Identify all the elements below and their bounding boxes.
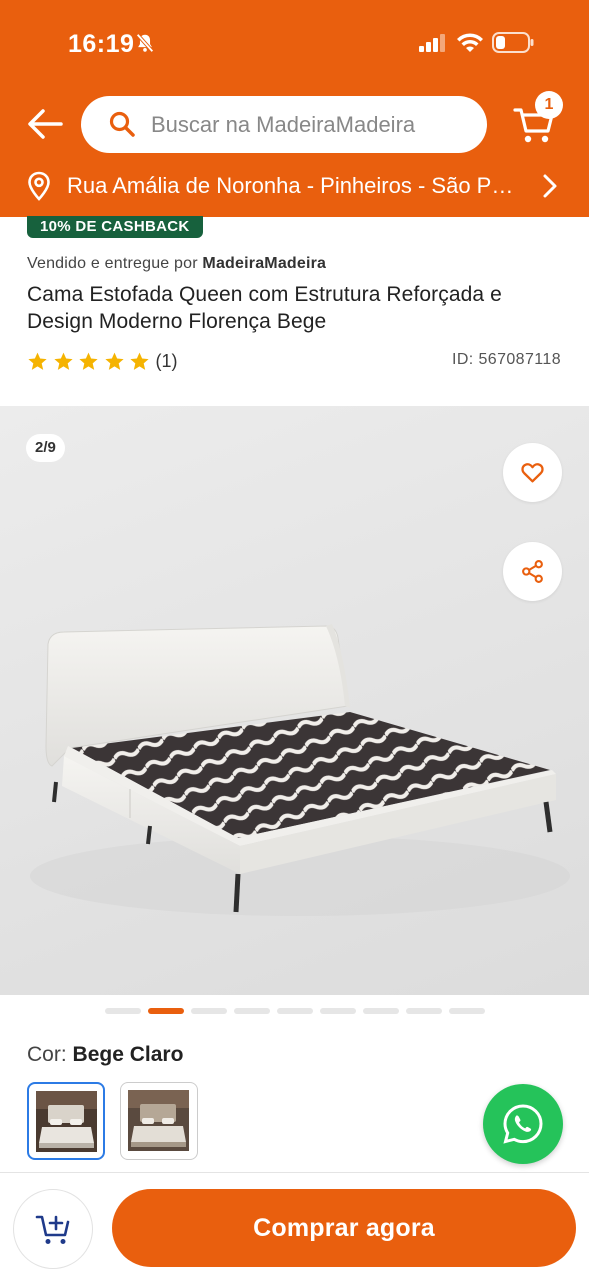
- pagination-dot[interactable]: [276, 1008, 313, 1014]
- color-value: Bege Claro: [72, 1043, 184, 1066]
- seller-prefix: Vendido e entregue por: [27, 255, 198, 272]
- star-icon: [53, 352, 73, 370]
- star-icon: [28, 352, 47, 370]
- pagination-dot[interactable]: [190, 1008, 227, 1014]
- battery-icon: [492, 32, 534, 53]
- search-icon: [109, 111, 135, 137]
- pagination-dot[interactable]: [362, 1008, 399, 1014]
- color-variant-label: Cor: Bege Claro: [27, 1043, 183, 1067]
- star-icon: [79, 352, 98, 370]
- gallery-counter: 2/9: [26, 434, 65, 462]
- delivery-address-row[interactable]: Rua Amália de Noronha - Pinheiros - São …: [0, 164, 589, 208]
- whatsapp-icon: [503, 1104, 543, 1144]
- bed-thumbnail-image: [128, 1090, 189, 1151]
- product-id: ID: 567087118: [452, 351, 561, 368]
- search-bar[interactable]: Buscar na MadeiraMadeira: [81, 96, 487, 153]
- color-option-thumbnail-2[interactable]: [120, 1082, 198, 1160]
- wifi-icon: [457, 33, 483, 52]
- pagination-dot-active[interactable]: [147, 1008, 184, 1014]
- whatsapp-button[interactable]: [483, 1084, 563, 1164]
- star-icon: [130, 352, 149, 370]
- product-image-bed: [30, 624, 570, 916]
- add-to-cart-icon: [35, 1215, 70, 1244]
- gallery-pagination: [0, 1008, 589, 1016]
- cellular-signal-icon: [419, 34, 445, 52]
- pagination-dot[interactable]: [405, 1008, 442, 1014]
- heart-icon: [521, 463, 544, 483]
- app-header: 16:19 Buscar na MadeiraMadeira 1 Rua Amá…: [0, 0, 589, 217]
- product-title: Cama Estofada Queen com Estrutura Reforç…: [27, 283, 502, 333]
- cart-count-badge: 1: [535, 91, 563, 119]
- pagination-dot[interactable]: [448, 1008, 485, 1014]
- chevron-right-icon: [543, 174, 557, 198]
- buy-now-button[interactable]: Comprar agora: [112, 1189, 576, 1267]
- back-arrow-icon[interactable]: [25, 106, 65, 142]
- color-option-thumbnail-1[interactable]: [27, 1082, 105, 1160]
- color-label: Cor:: [27, 1043, 67, 1066]
- bed-thumbnail-image: [36, 1091, 97, 1152]
- pagination-dot[interactable]: [319, 1008, 356, 1014]
- share-icon: [522, 560, 543, 583]
- bell-slash-icon: [136, 33, 154, 53]
- seller-info: Vendido e entregue por MadeiraMadeira: [27, 255, 326, 273]
- location-pin-icon: [28, 171, 50, 201]
- add-to-cart-button[interactable]: [13, 1189, 93, 1269]
- bottom-action-bar: Comprar agora: [0, 1172, 589, 1280]
- rating-stars[interactable]: (1): [27, 349, 178, 373]
- pagination-dot[interactable]: [233, 1008, 270, 1014]
- cashback-badge: 10% DE CASHBACK: [27, 216, 203, 238]
- seller-name[interactable]: MadeiraMadeira: [202, 255, 326, 272]
- search-placeholder[interactable]: Buscar na MadeiraMadeira: [151, 112, 415, 138]
- status-time: 16:19: [68, 30, 135, 58]
- pagination-dot[interactable]: [104, 1008, 141, 1014]
- status-bar: 16:19: [0, 0, 589, 88]
- product-image-gallery[interactable]: 2/9: [0, 406, 589, 995]
- share-button[interactable]: [503, 542, 562, 601]
- favorite-button[interactable]: [503, 443, 562, 502]
- delivery-address-text: Rua Amália de Noronha - Pinheiros - São …: [67, 173, 523, 198]
- rating-count: (1): [155, 350, 178, 371]
- star-icon: [104, 352, 124, 370]
